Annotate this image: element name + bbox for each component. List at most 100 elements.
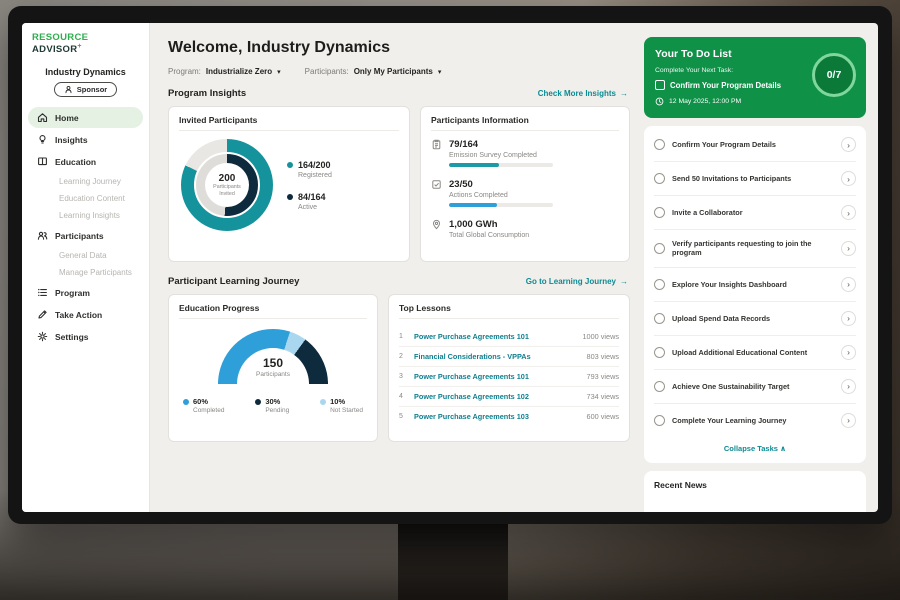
section-title: Program Insights [168, 88, 246, 99]
sidebar-item-home[interactable]: Home [28, 107, 143, 128]
task-checkbox[interactable] [654, 313, 665, 324]
task-row[interactable]: Upload Spend Data Records › [654, 302, 856, 336]
donut-center: 200 Participants Invited [205, 163, 249, 207]
sidebar-item-education-content[interactable]: Education Content [28, 190, 143, 207]
sponsor-label: Sponsor [77, 85, 107, 94]
stat-global-consumption: 1,000 GWh Total Global Consumption [431, 219, 619, 243]
sidebar-item-insights[interactable]: Insights [28, 129, 143, 150]
sidebar-item-education[interactable]: Education [28, 151, 143, 172]
sidebar-item-manage-participants[interactable]: Manage Participants [28, 264, 143, 281]
sidebar-subitem-label: Learning Journey [59, 177, 121, 186]
stat-emission-survey: 79/164 Emission Survey Completed [431, 139, 619, 167]
collapse-tasks-link[interactable]: Collapse Tasks ∧ [654, 437, 856, 461]
chevron-right-icon[interactable]: › [841, 345, 856, 360]
invited-participants-card: Invited Participants 200 Participants In… [168, 106, 410, 262]
card-title: Education Progress [179, 303, 367, 319]
task-row[interactable]: Complete Your Learning Journey › [654, 404, 856, 437]
chevron-glyph: › [847, 243, 850, 253]
task-row[interactable]: Achieve One Sustainability Target › [654, 370, 856, 404]
task-checkbox[interactable] [654, 207, 665, 218]
lesson-link[interactable]: Power Purchase Agreements 101 [414, 332, 575, 341]
location-pin-icon [431, 219, 442, 230]
lesson-rank: 2 [399, 353, 407, 360]
sidebar-item-settings[interactable]: Settings [28, 326, 143, 347]
stat-label: Actions Completed [449, 192, 553, 199]
filter-label: Program: [168, 67, 201, 76]
todo-progress-ring: 0/7 [812, 53, 856, 97]
legend-label: Pending [265, 407, 289, 414]
lesson-link[interactable]: Power Purchase Agreements 103 [414, 412, 580, 421]
people-icon [37, 230, 48, 241]
org-name: Industry Dynamics [22, 67, 149, 77]
sponsor-badge[interactable]: Sponsor [54, 82, 117, 97]
legend-active: 84/164 Active [287, 192, 332, 211]
sidebar-item-label: Participants [55, 231, 104, 241]
task-label: Confirm Your Program Details [672, 140, 834, 149]
checkbox-icon[interactable] [655, 80, 665, 90]
task-row[interactable]: Verify participants requesting to join t… [654, 230, 856, 268]
top-lessons-card: Top Lessons 1 Power Purchase Agreements … [388, 294, 630, 442]
sidebar-item-participants[interactable]: Participants [28, 225, 143, 246]
task-row[interactable]: Explore Your Insights Dashboard › [654, 268, 856, 302]
chevron-right-icon[interactable]: › [841, 413, 856, 428]
check-more-insights-link[interactable]: Check More Insights → [538, 89, 628, 98]
todo-tasks-card: Confirm Your Program Details › Send 50 I… [644, 126, 866, 463]
gear-icon [37, 331, 48, 342]
legend-value: 164/200 [298, 160, 331, 170]
home-icon [37, 112, 48, 123]
chevron-right-icon[interactable]: › [841, 137, 856, 152]
legend-dot [287, 194, 293, 200]
filter-value: Industrialize Zero [206, 67, 272, 76]
progress-fill [449, 203, 497, 207]
chevron-down-icon: ▾ [277, 68, 281, 76]
task-checkbox[interactable] [654, 139, 665, 150]
section-title: Participant Learning Journey [168, 276, 299, 287]
sidebar-item-learning-journey[interactable]: Learning Journey [28, 173, 143, 190]
task-label: Complete Your Learning Journey [672, 416, 834, 425]
program-filter-dropdown[interactable]: Program: Industrialize Zero ▾ [168, 67, 281, 76]
sidebar-item-program[interactable]: Program [28, 282, 143, 303]
task-checkbox[interactable] [654, 173, 665, 184]
lesson-link[interactable]: Power Purchase Agreements 102 [414, 392, 580, 401]
legend-label: Not Started [330, 407, 363, 414]
lesson-row: 3 Power Purchase Agreements 101 793 view… [399, 367, 619, 387]
chevron-right-icon[interactable]: › [841, 205, 856, 220]
lesson-link[interactable]: Power Purchase Agreements 101 [414, 372, 580, 381]
task-checkbox[interactable] [654, 279, 665, 290]
task-checkbox[interactable] [654, 243, 665, 254]
todo-summary-card: Your To Do List Complete Your Next Task:… [644, 37, 866, 118]
chevron-right-icon[interactable]: › [841, 311, 856, 326]
filter-label: Participants: [305, 67, 349, 76]
recent-news-card: Recent News [644, 471, 866, 512]
book-icon [37, 156, 48, 167]
task-checkbox[interactable] [654, 381, 665, 392]
task-row[interactable]: Upload Additional Educational Content › [654, 336, 856, 370]
chevron-up-icon: ∧ [780, 444, 786, 453]
sidebar-item-take-action[interactable]: Take Action [28, 304, 143, 325]
sidebar-item-learning-insights[interactable]: Learning Insights [28, 207, 143, 224]
chevron-right-icon[interactable]: › [841, 379, 856, 394]
check-square-icon [431, 179, 442, 190]
sidebar-item-general-data[interactable]: General Data [28, 247, 143, 264]
task-row[interactable]: Confirm Your Program Details › [654, 128, 856, 162]
dashboard-screen: RESOURCE ADVISOR+ Industry Dynamics Spon… [22, 23, 878, 512]
participants-filter-dropdown[interactable]: Participants: Only My Participants ▾ [305, 67, 442, 76]
link-label: Go to Learning Journey [526, 277, 616, 286]
chevron-right-icon[interactable]: › [841, 277, 856, 292]
legend-value: 10% [330, 397, 345, 406]
task-checkbox[interactable] [654, 347, 665, 358]
task-row[interactable]: Invite a Collaborator › [654, 196, 856, 230]
legend-value: 30% [265, 397, 280, 406]
recent-news-title: Recent News [654, 480, 856, 490]
task-row[interactable]: Send 50 Invitations to Participants › [654, 162, 856, 196]
sidebar-item-label: Insights [55, 135, 88, 145]
legend-value: 84/164 [298, 192, 326, 202]
sidebar-item-label: Take Action [55, 310, 102, 320]
go-to-learning-journey-link[interactable]: Go to Learning Journey → [526, 277, 628, 286]
chevron-right-icon[interactable]: › [841, 171, 856, 186]
lesson-link[interactable]: Financial Considerations - VPPAs [414, 352, 580, 361]
stat-value: 79/164 [449, 139, 553, 150]
todo-due: 12 May 2025, 12:00 PM [655, 97, 855, 106]
task-checkbox[interactable] [654, 415, 665, 426]
chevron-right-icon[interactable]: › [841, 241, 856, 256]
